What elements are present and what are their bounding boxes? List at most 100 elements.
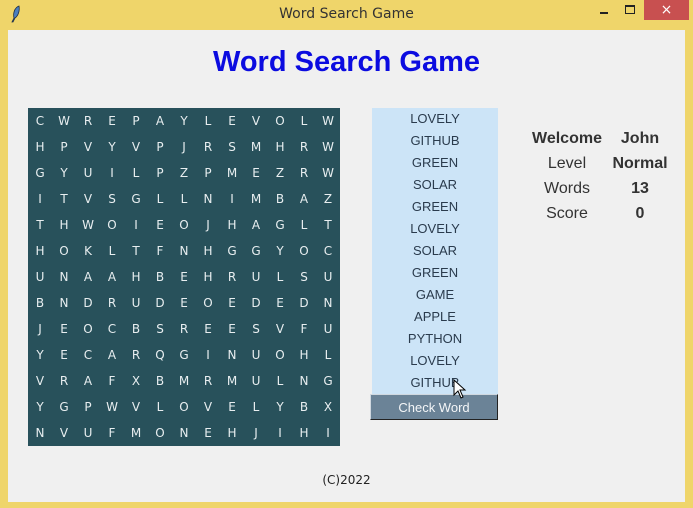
word-list-item[interactable]: SOLAR (372, 240, 498, 262)
grid-cell[interactable]: B (268, 186, 292, 212)
grid-cell[interactable]: O (172, 212, 196, 238)
grid-cell[interactable]: O (52, 238, 76, 264)
grid-cell[interactable]: U (244, 342, 268, 368)
grid-cell[interactable]: U (316, 264, 340, 290)
grid-cell[interactable]: A (292, 186, 316, 212)
grid-cell[interactable]: M (244, 186, 268, 212)
grid-cell[interactable]: D (76, 290, 100, 316)
grid-cell[interactable]: T (28, 212, 52, 238)
grid-cell[interactable]: A (244, 212, 268, 238)
grid-cell[interactable]: E (148, 212, 172, 238)
word-list-item[interactable]: LOVELY (372, 108, 498, 130)
grid-cell[interactable]: W (316, 160, 340, 186)
grid-cell[interactable]: K (76, 238, 100, 264)
grid-cell[interactable]: D (148, 290, 172, 316)
grid-cell[interactable]: J (28, 316, 52, 342)
word-list-item[interactable]: APPLE (372, 306, 498, 328)
grid-cell[interactable]: Y (52, 160, 76, 186)
grid-cell[interactable]: E (220, 108, 244, 134)
grid-cell[interactable]: R (196, 134, 220, 160)
grid-cell[interactable]: O (268, 108, 292, 134)
grid-cell[interactable]: L (268, 368, 292, 394)
grid-cell[interactable]: W (76, 212, 100, 238)
grid-cell[interactable]: V (124, 394, 148, 420)
grid-cell[interactable]: G (316, 368, 340, 394)
grid-cell[interactable]: Y (268, 394, 292, 420)
word-list-item[interactable]: GITHUB (372, 130, 498, 152)
grid-cell[interactable]: R (124, 342, 148, 368)
grid-cell[interactable]: L (292, 108, 316, 134)
grid-cell[interactable]: B (148, 264, 172, 290)
grid-cell[interactable]: J (196, 212, 220, 238)
grid-cell[interactable]: R (52, 368, 76, 394)
grid-cell[interactable]: A (100, 342, 124, 368)
grid-cell[interactable]: H (196, 238, 220, 264)
grid-cell[interactable]: X (124, 368, 148, 394)
minimize-button[interactable] (592, 0, 616, 20)
word-list-item[interactable]: PYTHON (372, 328, 498, 350)
grid-cell[interactable]: H (292, 420, 316, 446)
grid-cell[interactable]: O (292, 238, 316, 264)
word-list-item[interactable]: GITHUB (372, 372, 498, 394)
grid-cell[interactable]: Y (28, 394, 52, 420)
grid-cell[interactable]: U (244, 264, 268, 290)
grid-cell[interactable]: N (172, 238, 196, 264)
grid-cell[interactable]: M (124, 420, 148, 446)
word-list-item[interactable]: LOVELY (372, 350, 498, 372)
grid-cell[interactable]: E (220, 394, 244, 420)
grid-cell[interactable]: T (124, 238, 148, 264)
word-list-item[interactable]: LOVELY (372, 218, 498, 240)
grid-cell[interactable]: L (292, 212, 316, 238)
grid-cell[interactable]: M (220, 160, 244, 186)
grid-cell[interactable]: N (28, 420, 52, 446)
grid-cell[interactable]: U (28, 264, 52, 290)
grid-cell[interactable]: G (268, 212, 292, 238)
grid-cell[interactable]: L (148, 394, 172, 420)
grid-cell[interactable]: O (148, 420, 172, 446)
grid-cell[interactable]: H (292, 342, 316, 368)
grid-cell[interactable]: C (100, 316, 124, 342)
grid-cell[interactable]: A (100, 264, 124, 290)
grid-cell[interactable]: L (148, 186, 172, 212)
grid-cell[interactable]: T (316, 212, 340, 238)
grid-cell[interactable]: P (196, 160, 220, 186)
grid-cell[interactable]: E (52, 342, 76, 368)
grid-cell[interactable]: V (28, 368, 52, 394)
grid-cell[interactable]: E (196, 420, 220, 446)
word-list-item[interactable]: GREEN (372, 262, 498, 284)
grid-cell[interactable]: R (76, 108, 100, 134)
grid-cell[interactable]: A (148, 108, 172, 134)
grid-cell[interactable]: H (52, 212, 76, 238)
grid-cell[interactable]: B (292, 394, 316, 420)
grid-cell[interactable]: Y (100, 134, 124, 160)
grid-cell[interactable]: R (196, 368, 220, 394)
grid-cell[interactable]: S (292, 264, 316, 290)
grid-cell[interactable]: P (148, 160, 172, 186)
grid-cell[interactable]: G (28, 160, 52, 186)
grid-cell[interactable]: A (76, 264, 100, 290)
check-word-button[interactable]: Check Word (370, 394, 498, 420)
grid-cell[interactable]: E (52, 316, 76, 342)
grid-cell[interactable]: M (220, 368, 244, 394)
grid-cell[interactable]: E (172, 290, 196, 316)
grid-cell[interactable]: V (268, 316, 292, 342)
grid-cell[interactable]: N (172, 420, 196, 446)
grid-cell[interactable]: C (28, 108, 52, 134)
grid-cell[interactable]: M (172, 368, 196, 394)
grid-cell[interactable]: V (244, 108, 268, 134)
grid-cell[interactable]: R (220, 264, 244, 290)
grid-cell[interactable]: C (76, 342, 100, 368)
word-list-item[interactable]: SOLAR (372, 174, 498, 196)
grid-cell[interactable]: V (196, 394, 220, 420)
grid-cell[interactable]: O (76, 316, 100, 342)
grid-cell[interactable]: N (316, 290, 340, 316)
grid-cell[interactable]: Y (268, 238, 292, 264)
grid-cell[interactable]: V (76, 134, 100, 160)
grid-cell[interactable]: L (124, 160, 148, 186)
grid-cell[interactable]: M (244, 134, 268, 160)
grid-cell[interactable]: W (52, 108, 76, 134)
grid-cell[interactable]: H (124, 264, 148, 290)
grid-cell[interactable]: I (316, 420, 340, 446)
grid-cell[interactable]: D (244, 290, 268, 316)
grid-cell[interactable]: U (76, 420, 100, 446)
